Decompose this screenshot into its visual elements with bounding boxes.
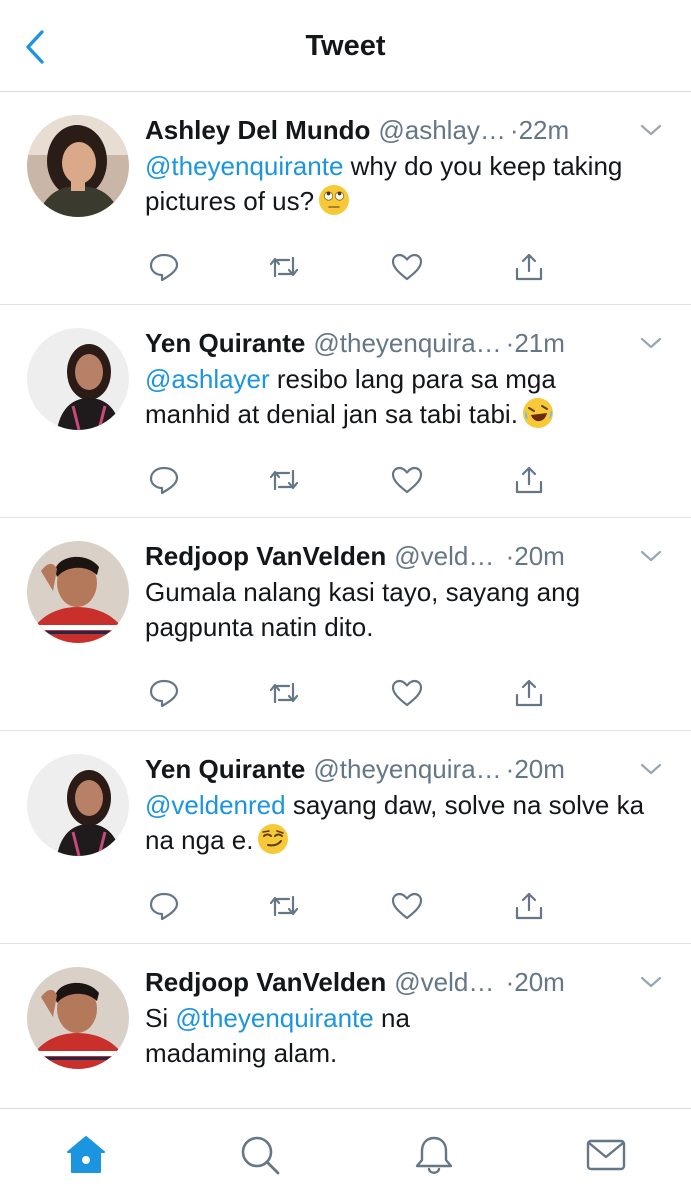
handle[interactable]: @veld… bbox=[394, 541, 494, 571]
display-name[interactable]: Redjoop VanVelden bbox=[145, 967, 386, 997]
tweet-header: Redjoop VanVelden @veld… ·20m bbox=[145, 964, 671, 1000]
share-button[interactable] bbox=[512, 891, 546, 921]
tweet-text: Si @theyenquirante na madaming alam. bbox=[145, 1003, 410, 1068]
like-icon bbox=[391, 892, 423, 920]
handle[interactable]: @theyenquira… bbox=[313, 754, 501, 784]
retweet-icon bbox=[269, 256, 299, 278]
tweet-header: Yen Quirante @theyenquira… ·21m bbox=[145, 325, 671, 361]
chevron-down-icon[interactable] bbox=[637, 118, 665, 142]
reply-button[interactable] bbox=[147, 465, 181, 495]
tweet-text: Gumala nalang kasi tayo, sayang ang pagp… bbox=[145, 577, 581, 642]
like-button[interactable] bbox=[390, 891, 424, 921]
share-icon bbox=[515, 253, 543, 281]
retweet-icon bbox=[269, 895, 299, 917]
handle[interactable]: @veld… bbox=[394, 967, 494, 997]
tweet-actions bbox=[145, 465, 565, 495]
smirking-face-emoji-icon bbox=[258, 824, 289, 854]
separator-dot: · bbox=[498, 967, 515, 997]
face-with-rolling-eyes-emoji-icon bbox=[319, 185, 350, 215]
reply-icon bbox=[149, 466, 179, 495]
like-icon bbox=[391, 679, 423, 707]
timestamp[interactable]: 21m bbox=[514, 328, 565, 358]
bottom-tab-bar bbox=[0, 1108, 691, 1200]
separator-dot: · bbox=[509, 115, 519, 145]
timestamp[interactable]: 20m bbox=[514, 541, 565, 571]
reply-button[interactable] bbox=[147, 891, 181, 921]
reply-button[interactable] bbox=[147, 678, 181, 708]
top-nav-bar: Tweet bbox=[0, 0, 691, 92]
tweet-actions bbox=[145, 252, 565, 282]
reply-icon bbox=[149, 253, 179, 282]
display-name[interactable]: Ashley Del Mundo bbox=[145, 115, 370, 145]
like-icon bbox=[391, 253, 423, 281]
share-icon bbox=[515, 466, 543, 494]
share-icon bbox=[515, 892, 543, 920]
mention-link[interactable]: @veldenred bbox=[145, 790, 286, 820]
share-button[interactable] bbox=[512, 678, 546, 708]
tweet-text: @veldenred sayang daw, solve na solve ka… bbox=[145, 790, 645, 855]
tweet-text: @ashlayer resibo lang para sa mga manhid… bbox=[145, 364, 556, 429]
timestamp[interactable]: 22m bbox=[519, 115, 570, 145]
timestamp[interactable]: 20m bbox=[514, 967, 565, 997]
reply-icon bbox=[149, 679, 179, 708]
retweet-icon bbox=[269, 469, 299, 491]
share-icon bbox=[515, 679, 543, 707]
tweet-actions bbox=[145, 891, 565, 921]
retweet-icon bbox=[269, 682, 299, 704]
handle[interactable]: @theyenquira… bbox=[313, 328, 501, 358]
retweet-button[interactable] bbox=[267, 678, 301, 708]
handle[interactable]: @ashlay… bbox=[378, 115, 506, 145]
display-name[interactable]: Yen Quirante bbox=[145, 754, 305, 784]
reply-thread[interactable]: Ashley Del Mundo @ashlay… ·22m @theyenquir… bbox=[0, 92, 691, 1108]
search-icon bbox=[241, 1136, 280, 1175]
mention-link[interactable]: @ashlayer bbox=[145, 364, 270, 394]
tweet-header: Ashley Del Mundo @ashlay… ·22m bbox=[145, 112, 671, 148]
display-name[interactable]: Redjoop VanVelden bbox=[145, 541, 386, 571]
page-title: Tweet bbox=[305, 30, 386, 62]
tab-messages[interactable] bbox=[584, 1133, 628, 1177]
separator-dot: · bbox=[498, 541, 515, 571]
chevron-down-icon[interactable] bbox=[637, 757, 665, 781]
retweet-button[interactable] bbox=[267, 891, 301, 921]
notifications-icon bbox=[415, 1136, 453, 1174]
chevron-down-icon[interactable] bbox=[637, 331, 665, 355]
tweet-actions bbox=[145, 678, 565, 708]
messages-icon bbox=[586, 1139, 626, 1171]
tab-notifications[interactable] bbox=[412, 1133, 456, 1177]
tweet[interactable]: Redjoop VanVelden @veld… ·20m Si @theyenq… bbox=[0, 944, 691, 1108]
chevron-down-icon[interactable] bbox=[637, 970, 665, 994]
tweet[interactable]: Yen Quirante @theyenquira… ·21m @ashlayer … bbox=[0, 305, 691, 518]
tweet[interactable]: Redjoop VanVelden @veld… ·20m Gumala nala… bbox=[0, 518, 691, 731]
home-icon bbox=[67, 1136, 105, 1173]
mention-link[interactable]: @theyenquirante bbox=[175, 1003, 373, 1033]
tweet-header: Yen Quirante @theyenquira… ·20m bbox=[145, 751, 671, 787]
tab-home[interactable] bbox=[64, 1133, 108, 1177]
reply-icon bbox=[149, 892, 179, 921]
tweet[interactable]: Ashley Del Mundo @ashlay… ·22m @theyenquir… bbox=[0, 92, 691, 305]
avatar[interactable] bbox=[27, 115, 129, 217]
share-button[interactable] bbox=[512, 465, 546, 495]
share-button[interactable] bbox=[512, 252, 546, 282]
rolling-on-the-floor-laughing-emoji-icon bbox=[522, 398, 553, 428]
avatar[interactable] bbox=[27, 328, 129, 430]
tab-search[interactable] bbox=[238, 1133, 282, 1177]
retweet-button[interactable] bbox=[267, 465, 301, 495]
avatar[interactable] bbox=[27, 967, 129, 1069]
timestamp[interactable]: 20m bbox=[514, 754, 565, 784]
tweet-text: @theyenquirante why do you keep taking p… bbox=[145, 151, 623, 216]
like-button[interactable] bbox=[390, 678, 424, 708]
display-name[interactable]: Yen Quirante bbox=[145, 328, 305, 358]
retweet-button[interactable] bbox=[267, 252, 301, 282]
reply-button[interactable] bbox=[147, 252, 181, 282]
chevron-down-icon[interactable] bbox=[637, 544, 665, 568]
like-button[interactable] bbox=[390, 465, 424, 495]
mention-link[interactable]: @theyenquirante bbox=[145, 151, 343, 181]
tweet-header: Redjoop VanVelden @veld… ·20m bbox=[145, 538, 671, 574]
avatar[interactable] bbox=[27, 754, 129, 856]
like-button[interactable] bbox=[390, 252, 424, 282]
tweet[interactable]: Yen Quirante @theyenquira… ·20m @veldenred… bbox=[0, 731, 691, 944]
avatar[interactable] bbox=[27, 541, 129, 643]
like-icon bbox=[391, 466, 423, 494]
